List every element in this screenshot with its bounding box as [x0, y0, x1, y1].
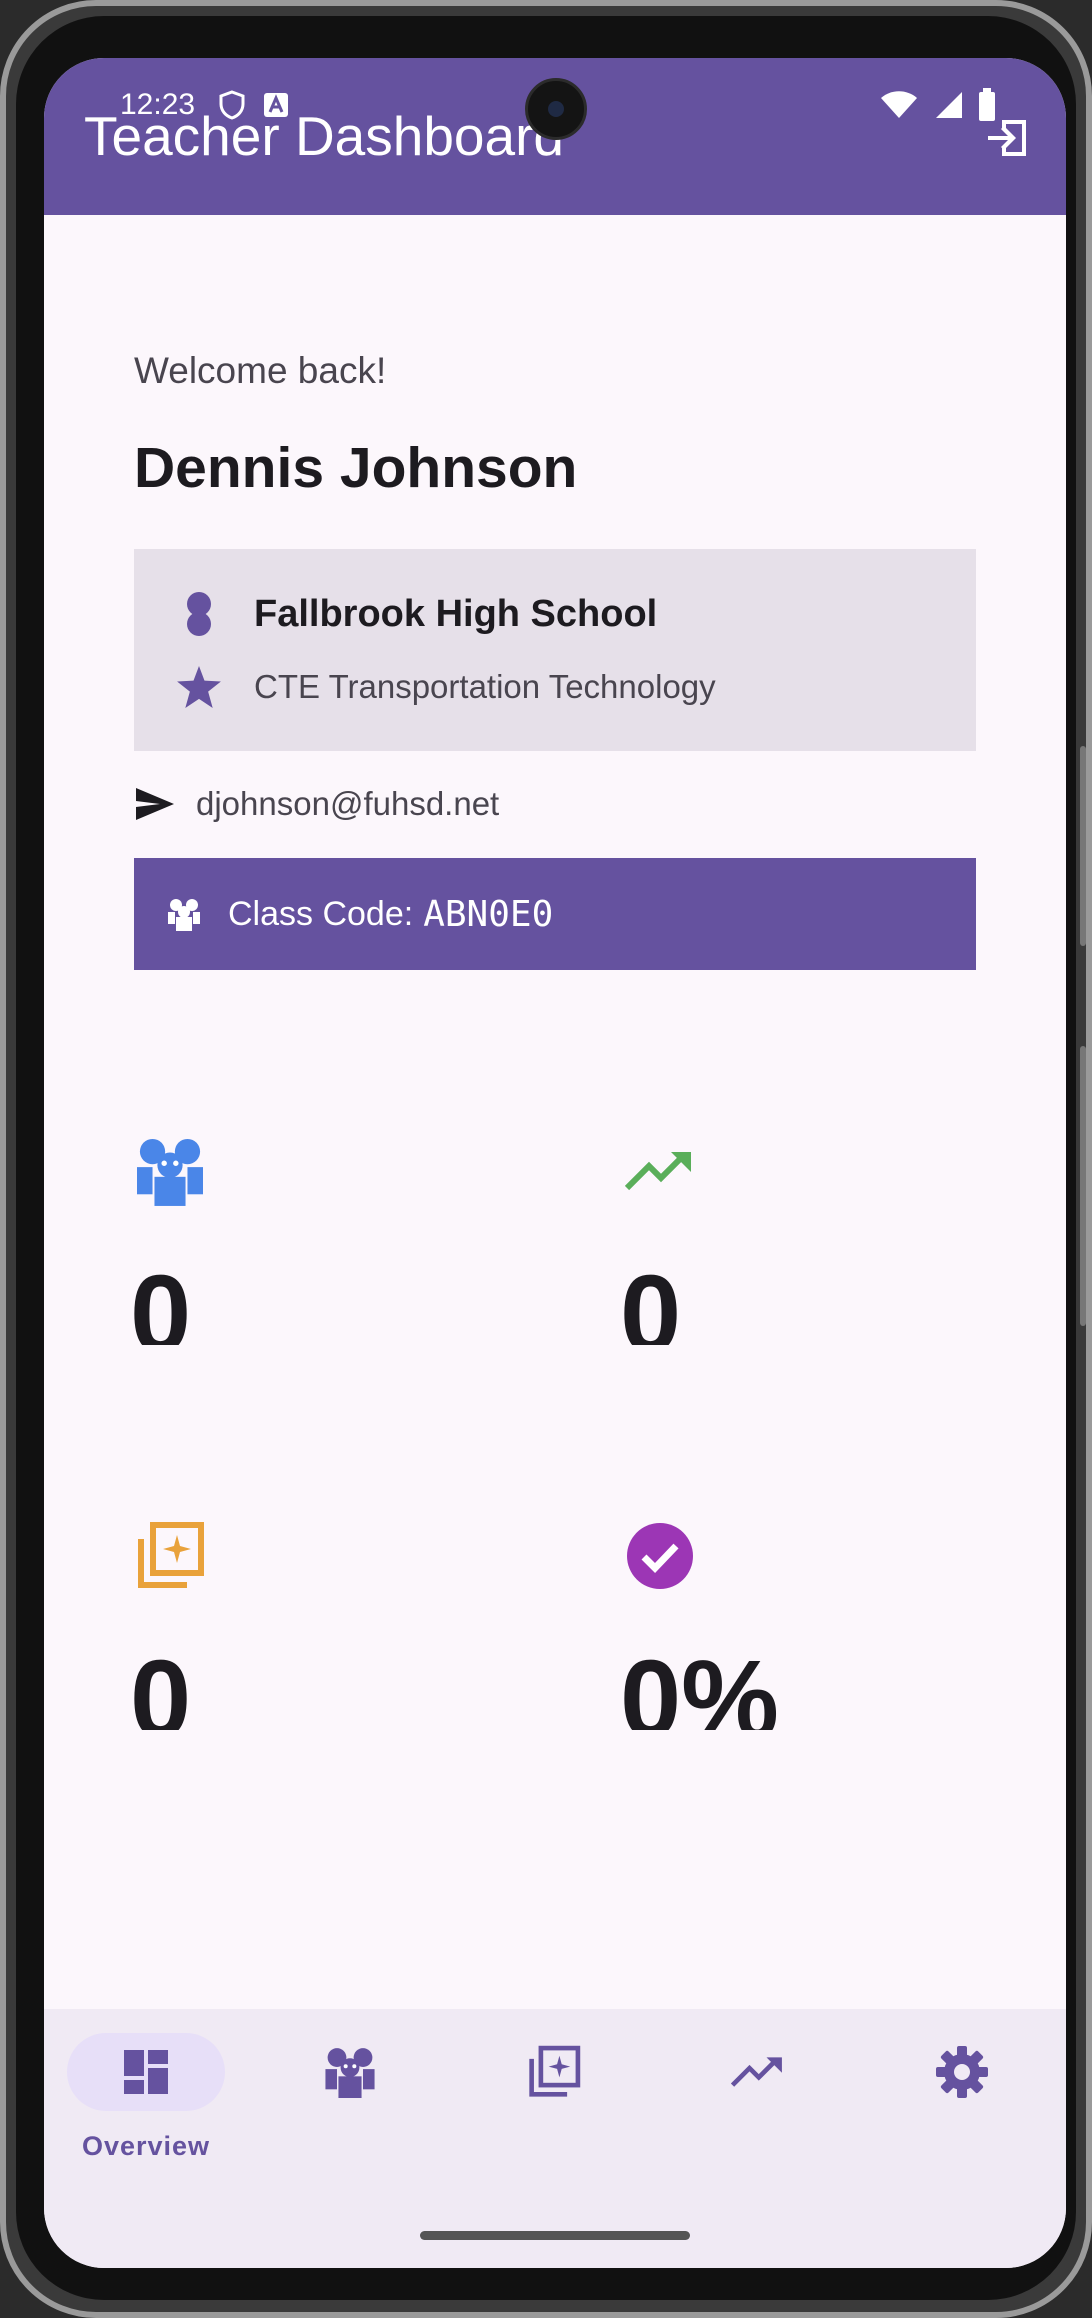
- school-row: Fallbrook High School: [174, 589, 657, 639]
- school-card: Fallbrook High School CTE Transportation…: [134, 549, 976, 751]
- students-icon: [164, 894, 204, 934]
- students-icon: [134, 1135, 206, 1207]
- nav-assignments[interactable]: [474, 2033, 634, 2183]
- app-title: Teacher Dashboard: [84, 105, 565, 167]
- welcome-text: Welcome back!: [134, 350, 387, 391]
- teacher-name: Dennis Johnson: [134, 436, 578, 500]
- stat-value: 0: [130, 1640, 192, 1730]
- bottom-navigation: Overview: [44, 2009, 1066, 2268]
- trending-up-icon: [731, 2057, 782, 2087]
- send-icon: [134, 783, 176, 825]
- phone-frame: 12:23 Teacher Dashboard Welcome back! De…: [0, 0, 1092, 2318]
- trending-up-icon: [624, 1135, 696, 1207]
- nav-overview[interactable]: Overview: [66, 2033, 226, 2183]
- stat-value: 0%: [620, 1640, 779, 1730]
- nav-settings[interactable]: [882, 2033, 1042, 2183]
- nav-pill: [271, 2033, 429, 2111]
- logout-button[interactable]: [978, 108, 1038, 168]
- screen: 12:23 Teacher Dashboard Welcome back! De…: [44, 58, 1066, 2268]
- assignments-icon: [134, 1520, 206, 1592]
- home-indicator[interactable]: [420, 2231, 690, 2240]
- assignments-icon: [529, 2045, 581, 2097]
- stat-value: 0: [620, 1255, 682, 1345]
- stat-value: 0: [130, 1255, 192, 1345]
- phone-bezel: 12:23 Teacher Dashboard Welcome back! De…: [16, 16, 1076, 2300]
- email-address: djohnson@fuhsd.net: [196, 785, 500, 822]
- front-camera: [525, 78, 587, 140]
- signal-icon: [932, 90, 964, 125]
- nav-label: Overview: [81, 2131, 211, 2161]
- app-bar: 12:23 Teacher Dashboard: [44, 58, 1066, 215]
- nav-students[interactable]: [270, 2033, 430, 2183]
- power-button: [1080, 1046, 1086, 1326]
- check-circle-icon: [624, 1520, 696, 1592]
- volume-button: [1080, 746, 1086, 946]
- class-code-bar[interactable]: Class Code: ABN0E0: [134, 858, 976, 970]
- school-name: Fallbrook High School: [254, 592, 658, 635]
- settings-icon: [936, 2046, 988, 2098]
- star-icon: [174, 662, 224, 712]
- email-row: djohnson@fuhsd.net: [134, 783, 499, 825]
- nav-pill: [679, 2033, 837, 2111]
- wifi-icon: [880, 90, 918, 125]
- class-code-label: Class Code:: [228, 894, 414, 933]
- department-name: CTE Transportation Technology: [254, 668, 716, 705]
- nav-active-indicator: [67, 2033, 225, 2111]
- nav-pill: [475, 2033, 633, 2111]
- nav-pill: [883, 2033, 1041, 2111]
- logout-icon: [988, 120, 1026, 156]
- students-icon: [325, 2048, 375, 2098]
- department-row: CTE Transportation Technology: [174, 662, 716, 712]
- class-code-value: ABN0E0: [423, 893, 554, 935]
- nav-progress[interactable]: [678, 2033, 838, 2183]
- school-icon: [174, 589, 224, 639]
- dashboard-icon: [124, 2050, 168, 2094]
